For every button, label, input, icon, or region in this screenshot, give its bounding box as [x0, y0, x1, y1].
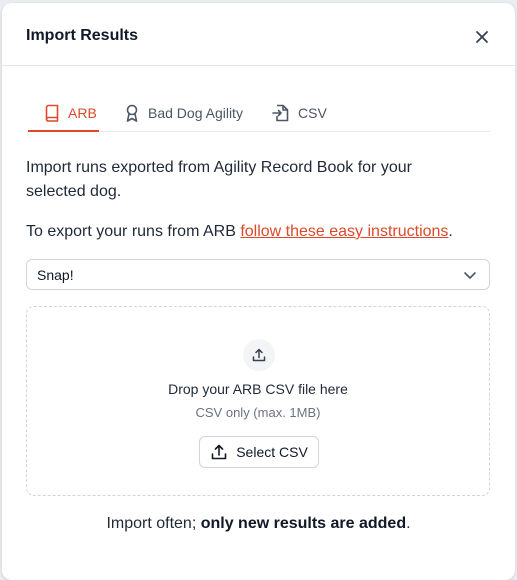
- upload-icon: [243, 339, 275, 371]
- upload-icon: [211, 444, 227, 460]
- instructions-link[interactable]: follow these easy instructions: [240, 223, 448, 240]
- chevron-down-icon: [464, 272, 476, 279]
- tab-arb[interactable]: ARB: [28, 95, 99, 132]
- tab-bad-dog-agility[interactable]: Bad Dog Agility: [124, 95, 243, 131]
- tab-csv[interactable]: CSV: [272, 95, 327, 131]
- import-note-prefix: Import often;: [106, 515, 201, 532]
- import-note-suffix: .: [406, 515, 411, 532]
- tab-csv-label: CSV: [298, 105, 327, 121]
- csv-dropzone[interactable]: Drop your ARB CSV file here CSV only (ma…: [26, 306, 490, 496]
- import-note-bold: only new results are added: [200, 515, 407, 532]
- tab-arb-label: ARB: [68, 104, 97, 121]
- instructions-text: To export your runs from ARB follow thes…: [26, 220, 453, 244]
- select-csv-button[interactable]: Select CSV: [199, 436, 319, 468]
- dialog-header: Import Results: [2, 3, 515, 66]
- file-import-icon: [272, 104, 290, 122]
- intro-text: Import runs exported from Agility Record…: [26, 159, 412, 200]
- dropzone-subtitle: CSV only (max. 1MB): [195, 405, 321, 420]
- tab-bad-dog-agility-label: Bad Dog Agility: [148, 105, 243, 121]
- close-button[interactable]: [470, 25, 494, 49]
- import-results-dialog: Import Results ARB Bad Dog Agility CSV I…: [2, 3, 515, 580]
- select-csv-label: Select CSV: [236, 444, 308, 460]
- import-source-tabs: ARB Bad Dog Agility CSV: [28, 95, 490, 132]
- award-ribbon-icon: [124, 104, 140, 122]
- instructions-prefix: To export your runs from ARB: [26, 223, 241, 240]
- import-note: Import often; only new results are added…: [2, 515, 515, 533]
- x-icon: [476, 31, 488, 43]
- instructions-suffix: .: [448, 223, 453, 240]
- dialog-title: Import Results: [26, 27, 139, 44]
- dropzone-title: Drop your ARB CSV file here: [168, 381, 348, 397]
- dog-select-value: Snap!: [37, 266, 74, 283]
- book-icon: [44, 104, 60, 122]
- dog-select[interactable]: Snap!: [26, 259, 490, 290]
